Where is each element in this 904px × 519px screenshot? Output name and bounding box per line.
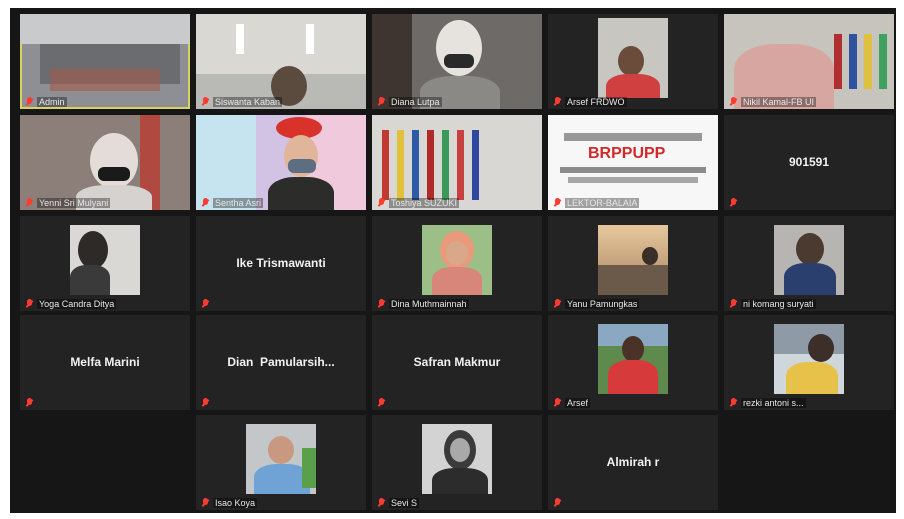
- wordcloud-title: BRPPUPP: [588, 145, 666, 162]
- participant-label: Dina Muthmainnah: [378, 299, 469, 309]
- zoom-gallery-view: Admin Siswanta Kaban Diana Lutpa Arsef F…: [10, 8, 896, 513]
- mic-muted-icon: [730, 398, 737, 408]
- participant-tile[interactable]: Ike Trismawanti: [196, 216, 366, 311]
- participant-tile[interactable]: Dian Pamularsih...: [196, 315, 366, 410]
- mic-muted-icon: [378, 498, 385, 508]
- participant-tile[interactable]: Nikil Kamal-FB UI: [724, 14, 894, 109]
- participant-label: Arsef: [554, 398, 591, 408]
- participant-label: ni komang suryati: [730, 299, 816, 309]
- participant-label: Yoga Candra Ditya: [26, 299, 117, 309]
- participant-label: LEKTOR-BALAIA: [554, 198, 640, 208]
- mic-muted-icon: [202, 198, 209, 208]
- participant-label: Siswanta Kaban: [202, 97, 283, 107]
- participant-label: Arsef FRDWO: [554, 97, 627, 107]
- mic-muted-icon: [554, 198, 561, 208]
- participant-tile[interactable]: Siswanta Kaban: [196, 14, 366, 109]
- mic-muted-icon: [378, 299, 385, 309]
- participant-tile[interactable]: Almirah r: [548, 415, 718, 510]
- participant-label: Yanu Pamungkas: [554, 299, 640, 309]
- participant-label: Nikil Kamal-FB UI: [730, 97, 817, 107]
- participant-label: [554, 498, 561, 508]
- mic-muted-icon: [730, 97, 737, 107]
- participant-display-name: Safran Makmur: [413, 355, 501, 369]
- participant-tile[interactable]: Admin: [20, 14, 190, 109]
- participant-label: Yenni Sri Mulyani: [26, 198, 111, 208]
- participant-display-name: Ike Trismawanti: [236, 256, 326, 270]
- participant-label: [202, 299, 209, 309]
- participant-label: Sevi S: [378, 498, 420, 508]
- participant-display-name: Melfa Marini: [70, 355, 140, 369]
- mic-muted-icon: [378, 398, 385, 408]
- participant-label: rezki antoni s...: [730, 398, 806, 408]
- participant-display-name: 901591: [788, 155, 830, 169]
- participant-tile[interactable]: Yenni Sri Mulyani: [20, 115, 190, 210]
- participant-tile[interactable]: Yanu Pamungkas: [548, 216, 718, 311]
- participant-label: Admin: [26, 97, 67, 107]
- mic-muted-icon: [26, 97, 33, 107]
- participant-tile[interactable]: Arsef: [548, 315, 718, 410]
- mic-muted-icon: [554, 398, 561, 408]
- participant-tile[interactable]: Safran Makmur: [372, 315, 542, 410]
- participant-label: Isao Koya: [202, 498, 258, 508]
- participant-tile[interactable]: rezki antoni s...: [724, 315, 894, 410]
- participant-tile[interactable]: Diana Lutpa: [372, 14, 542, 109]
- participant-tile[interactable]: Dina Muthmainnah: [372, 216, 542, 311]
- mic-muted-icon: [26, 299, 33, 309]
- participant-tile[interactable]: Melfa Marini: [20, 315, 190, 410]
- participant-tile[interactable]: 901591: [724, 115, 894, 210]
- participant-label: [26, 398, 33, 408]
- participant-tile[interactable]: Yoga Candra Ditya: [20, 216, 190, 311]
- participant-tile[interactable]: BRPPUPP LEKTOR-BALAIA: [548, 115, 718, 210]
- participant-tile[interactable]: Arsef FRDWO: [548, 14, 718, 109]
- participant-tile[interactable]: Sentha Asri: [196, 115, 366, 210]
- participant-display-name: Almirah r: [606, 455, 660, 469]
- participant-tile[interactable]: ni komang suryati: [724, 216, 894, 311]
- participant-label: [730, 198, 737, 208]
- mic-muted-icon: [554, 97, 561, 107]
- mic-muted-icon: [554, 299, 561, 309]
- participant-label: [202, 398, 209, 408]
- mic-muted-icon: [202, 299, 209, 309]
- mic-muted-icon: [554, 498, 561, 508]
- mic-muted-icon: [202, 498, 209, 508]
- participant-display-name: Dian Pamularsih...: [227, 355, 335, 369]
- participant-label: Toshiya SUZUKI: [378, 198, 460, 208]
- participant-tile[interactable]: Toshiya SUZUKI: [372, 115, 542, 210]
- mic-muted-icon: [202, 398, 209, 408]
- mic-muted-icon: [202, 97, 209, 107]
- mic-muted-icon: [378, 97, 385, 107]
- participant-label: [378, 398, 385, 408]
- mic-muted-icon: [378, 198, 385, 208]
- mic-muted-icon: [26, 198, 33, 208]
- participant-tile[interactable]: Isao Koya: [196, 415, 366, 510]
- participant-label: Sentha Asri: [202, 198, 264, 208]
- participant-label: Diana Lutpa: [378, 97, 442, 107]
- mic-muted-icon: [730, 299, 737, 309]
- mic-muted-icon: [730, 198, 737, 208]
- participant-tile[interactable]: Sevi S: [372, 415, 542, 510]
- mic-muted-icon: [26, 398, 33, 408]
